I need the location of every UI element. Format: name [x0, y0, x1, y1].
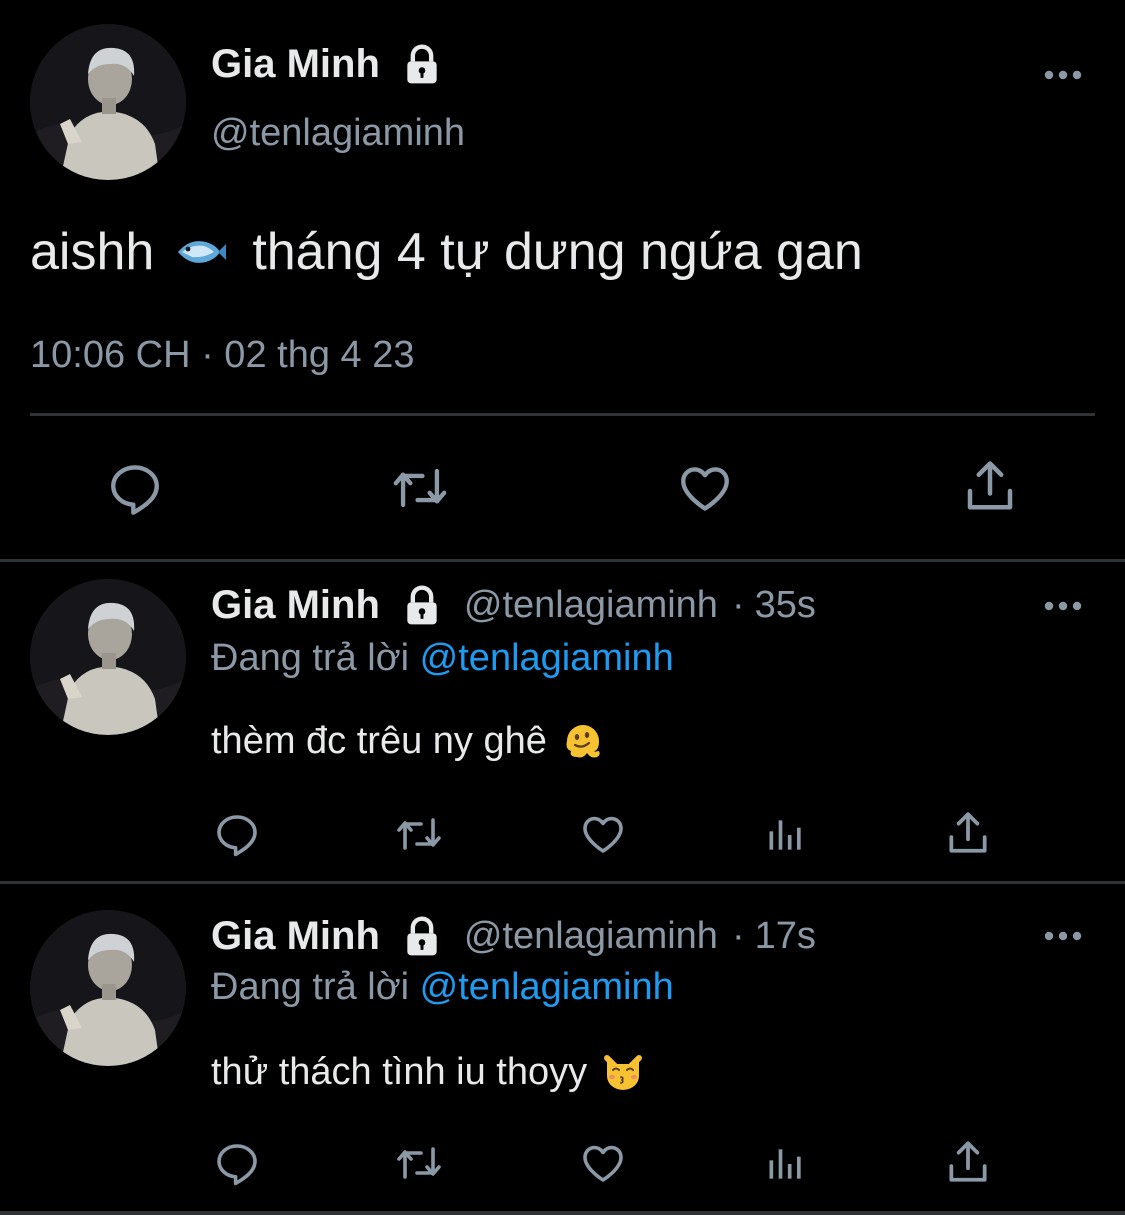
- divider: [0, 559, 1125, 562]
- analytics-icon[interactable]: [764, 812, 808, 858]
- divider: [30, 413, 1095, 416]
- share-icon[interactable]: [943, 808, 993, 858]
- avatar[interactable]: [30, 24, 186, 180]
- tweet-text-end: tháng 4 tự dưng ngứa gan: [252, 223, 863, 281]
- author-row: Gia Minh @tenlagiaminh · 17s: [211, 914, 816, 959]
- tweet-time[interactable]: 35s: [755, 584, 816, 627]
- retweet-icon[interactable]: [391, 810, 447, 858]
- like-icon[interactable]: [578, 810, 628, 858]
- retweet-icon[interactable]: [386, 459, 454, 517]
- analytics-icon[interactable]: [764, 1141, 808, 1187]
- tweet-text-body: thử thách tình iu thoyy: [211, 1050, 588, 1093]
- like-icon[interactable]: [578, 1139, 628, 1187]
- reply-icon[interactable]: [213, 1139, 261, 1187]
- author-row: Gia Minh @tenlagiaminh · 35s: [211, 583, 816, 628]
- author-row: Gia Minh: [211, 42, 444, 87]
- author-handle[interactable]: @tenlagiaminh: [211, 112, 465, 155]
- tweet-text: aishh tháng 4 tự dưng ngứa gan: [30, 222, 863, 282]
- share-icon[interactable]: [943, 1137, 993, 1187]
- tweet-text-start: aishh: [30, 223, 155, 281]
- tweet-timestamp[interactable]: 10:06 CH · 02 thg 4 23: [30, 334, 414, 377]
- tweet-text: thử thách tình iu thoyy: [211, 1050, 645, 1094]
- reply-icon[interactable]: [213, 810, 261, 858]
- tweet-text: thèm đc trêu ny ghê: [211, 719, 605, 763]
- author-handle[interactable]: @tenlagiaminh: [464, 915, 718, 958]
- replying-to: Đang trả lời @tenlagiaminh: [211, 966, 674, 1009]
- replying-to-link[interactable]: @tenlagiaminh: [420, 966, 674, 1008]
- melting-face-emoji: [566, 725, 600, 758]
- reply-icon[interactable]: [106, 459, 164, 517]
- more-icon[interactable]: [1043, 930, 1083, 942]
- author-name[interactable]: Gia Minh: [211, 583, 380, 628]
- time-separator: ·: [731, 915, 745, 957]
- more-icon[interactable]: [1043, 69, 1083, 81]
- author-name[interactable]: Gia Minh: [211, 42, 380, 87]
- like-icon[interactable]: [675, 459, 735, 517]
- tweet-text-body: thèm đc trêu ny ghê: [211, 719, 547, 762]
- share-icon[interactable]: [960, 456, 1020, 516]
- divider: [0, 1211, 1125, 1215]
- replying-to-link[interactable]: @tenlagiaminh: [420, 637, 674, 679]
- replying-label: Đang trả lời: [211, 966, 410, 1008]
- tweet-time[interactable]: 17s: [755, 915, 816, 958]
- more-icon[interactable]: [1043, 600, 1083, 612]
- time-separator: ·: [731, 584, 745, 626]
- retweet-icon[interactable]: [391, 1139, 447, 1187]
- divider: [0, 881, 1125, 884]
- replying-label: Đang trả lời: [211, 637, 410, 679]
- author-handle[interactable]: @tenlagiaminh: [464, 584, 718, 627]
- avatar[interactable]: [30, 910, 186, 1066]
- replying-to: Đang trả lời @tenlagiaminh: [211, 637, 674, 680]
- lock-icon: [400, 584, 444, 628]
- kissing-cat-emoji: [604, 1055, 643, 1090]
- lock-icon: [400, 915, 444, 959]
- avatar[interactable]: [30, 579, 186, 735]
- lock-icon: [400, 43, 444, 87]
- fish-emoji: [178, 241, 227, 263]
- author-name[interactable]: Gia Minh: [211, 914, 380, 959]
